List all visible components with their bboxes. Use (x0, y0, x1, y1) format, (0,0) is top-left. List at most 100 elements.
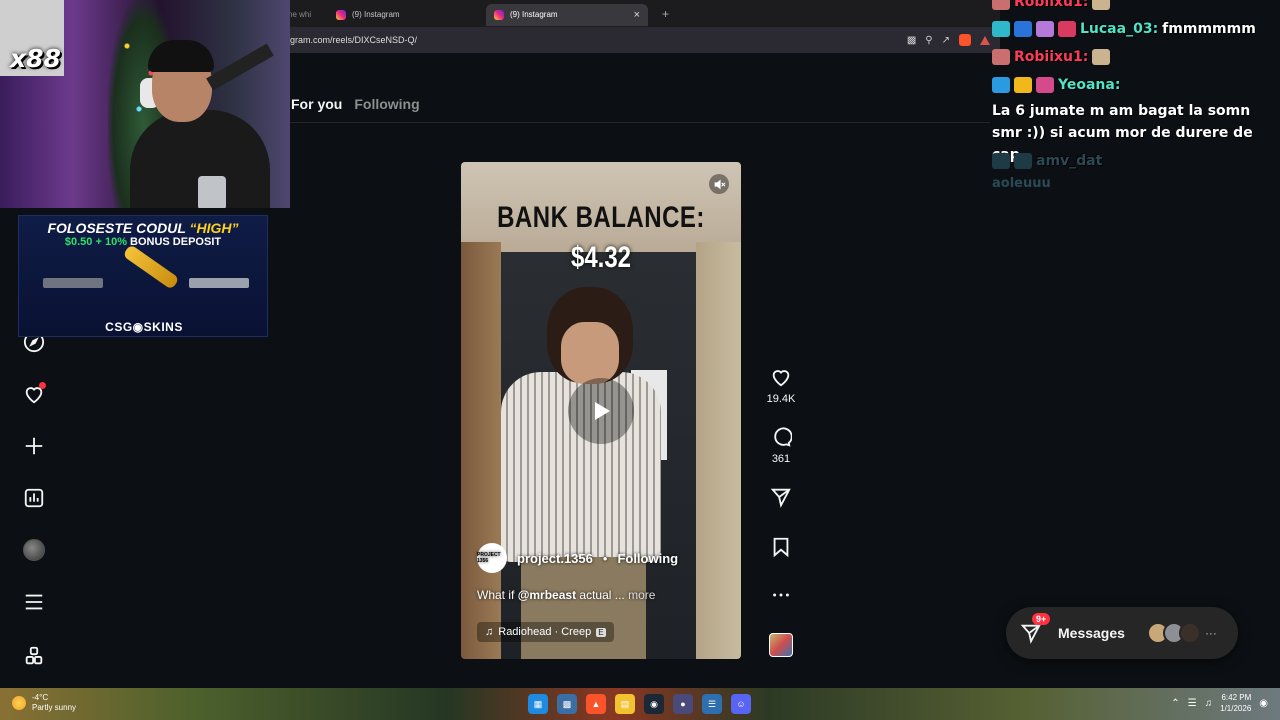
temperature: -4°C (32, 693, 49, 702)
system-tray: ⌃ ☰ ♫ 6:42 PM 1/1/2026 ◉ (1171, 692, 1268, 714)
reel-audio[interactable]: ♫ Radiohead · Creep E (477, 622, 614, 642)
sponsor-logo: CSG◉SKINS (105, 320, 183, 334)
chat-username: Robiixu1: (1014, 49, 1089, 65)
sponsor-code: “HIGH” (189, 220, 239, 236)
comment-icon (774, 427, 792, 447)
heart-icon (772, 370, 790, 387)
more-menu-icon[interactable] (22, 590, 46, 614)
caption-prefix: What if (477, 588, 518, 602)
audio-page-button[interactable] (766, 633, 796, 657)
tab-title: ne whi (288, 10, 312, 19)
cast-icon[interactable]: ▩ (907, 35, 916, 46)
chat-text: aoleuuu (992, 176, 1051, 191)
file-explorer-icon[interactable]: ▤ (615, 694, 635, 714)
dashboard-icon[interactable] (22, 486, 46, 510)
reel-caption: What if @mrbeast actual ... more (477, 588, 655, 602)
network-icon[interactable]: ☰ (1188, 698, 1197, 709)
tab-title: (9) Instagram (510, 10, 558, 19)
notification-dot (39, 382, 46, 389)
brave-browser-icon[interactable]: ▲ (586, 694, 606, 714)
taskbar-apps: ▦ ▩ ▲ ▤ ◉ ● ☰ ☺ (528, 694, 751, 714)
author-username[interactable]: project.1356 (517, 551, 593, 566)
emote-icon (1092, 49, 1111, 65)
badge-icon (992, 153, 1010, 169)
address-bar-actions: ▩ ⚲ ↗ (907, 34, 990, 46)
send-icon: 9+ (1020, 613, 1051, 644)
time: 6:42 PM (1221, 693, 1252, 702)
start-icon[interactable]: ▦ (528, 694, 548, 714)
chat-username: amv_dat (1036, 153, 1103, 169)
partly-sunny-icon (12, 696, 26, 710)
badge-icon (992, 49, 1010, 65)
chevron-up-icon[interactable]: ⌃ (1171, 698, 1179, 709)
like-button[interactable]: 19.4K (766, 366, 796, 405)
comment-button[interactable]: 361 (766, 426, 796, 465)
zoom-icon[interactable]: ⚲ (925, 35, 932, 46)
address-bar[interactable]: gram.com/reels/DIXCseNSD-Q/ ▩ ⚲ ↗ (280, 27, 1000, 53)
microphone (206, 43, 274, 91)
streamer-webcam: x88 (0, 0, 290, 208)
messages-button[interactable]: 9+ Messages ··· (1006, 607, 1238, 659)
close-tab-icon[interactable]: × (634, 9, 640, 21)
create-icon[interactable] (22, 434, 46, 458)
url-text[interactable]: gram.com/reels/DIXCseNSD-Q/ (290, 35, 417, 45)
drink-can (198, 176, 226, 208)
badge-icon (1014, 21, 1032, 37)
brave-shields-icon[interactable] (959, 34, 971, 46)
sponsor-offer: $0.50 + 10% BONUS DEPOSIT (19, 236, 267, 248)
also-from-meta-icon[interactable] (22, 644, 46, 668)
notifications-icon[interactable] (22, 382, 46, 406)
volume-icon[interactable]: ♫ (1205, 698, 1213, 709)
screen: ne whi (9) Instagram (9) Instagram × + g… (0, 0, 1280, 720)
steam-icon[interactable]: ◉ (644, 694, 664, 714)
notifications-icon[interactable]: ◉ (1259, 698, 1268, 709)
chat-message: Yeoana: (992, 77, 1120, 93)
app-icon[interactable]: ● (673, 694, 693, 714)
clock[interactable]: 6:42 PM 1/1/2026 (1220, 692, 1251, 714)
discord-icon[interactable]: ☺ (731, 694, 751, 714)
save-button[interactable] (766, 536, 796, 558)
tab-following[interactable]: Following (354, 96, 419, 112)
share-icon[interactable]: ↗ (942, 35, 950, 46)
video-frame-wall (696, 242, 741, 659)
caption-text: actual ... (576, 588, 625, 602)
brave-rewards-icon[interactable] (980, 35, 990, 45)
share-button[interactable] (766, 486, 796, 508)
unread-badge: 9+ (1032, 613, 1051, 625)
chat-username: Yeoana: (1058, 77, 1121, 93)
chat-message: amv_dat (992, 153, 1102, 169)
weather-widget[interactable]: -4°C Partly sunny (12, 693, 76, 713)
author-avatar[interactable]: PROJECT 1356 (477, 543, 507, 573)
music-note-icon: ♫ (485, 626, 494, 638)
mute-icon[interactable] (709, 174, 729, 194)
crown-icon (1014, 77, 1032, 93)
emote-icon (1092, 0, 1111, 10)
caption-mention[interactable]: @mrbeast (518, 588, 576, 602)
caption-more-link[interactable]: more (625, 588, 655, 602)
chat-username: Lucaa_03: (1080, 21, 1159, 37)
recent-contacts (1146, 622, 1201, 644)
more-contacts-icon: ··· (1204, 626, 1217, 640)
more-options-button[interactable] (766, 584, 796, 606)
stream-chat: Robiixu1: Lucaa_03: fmmmmmm Robiixu1: Ye… (990, 0, 1280, 200)
browser-tab-active[interactable]: (9) Instagram × (486, 3, 648, 26)
browser-tab[interactable]: (9) Instagram (328, 4, 486, 26)
reel-video[interactable]: BANK BALANCE: $4.32 PROJECT 1356 project… (461, 162, 741, 659)
play-icon[interactable] (568, 378, 634, 444)
weather-condition: Partly sunny (32, 703, 77, 712)
browser-tab-bar: ne whi (9) Instagram (9) Instagram × + (280, 0, 1000, 27)
audio-thumbnail (769, 633, 793, 657)
badge-icon (1036, 77, 1054, 93)
new-tab-button[interactable]: + (662, 7, 669, 21)
rifle-image (43, 278, 103, 288)
task-view-icon[interactable]: ▩ (557, 694, 577, 714)
notepad-icon[interactable]: ☰ (702, 694, 722, 714)
audio-title: Radiohead · Creep (498, 626, 592, 638)
profile-avatar[interactable] (22, 538, 46, 562)
like-count: 19.4K (766, 393, 796, 405)
sponsor-banner: FOLOSESTE CODUL “HIGH” $0.50 + 10% BONUS… (18, 215, 268, 337)
knife-image (122, 244, 180, 290)
tab-for-you[interactable]: For you (291, 96, 342, 112)
following-button[interactable]: Following (617, 551, 678, 566)
webcam-tag: x88 (10, 44, 61, 73)
